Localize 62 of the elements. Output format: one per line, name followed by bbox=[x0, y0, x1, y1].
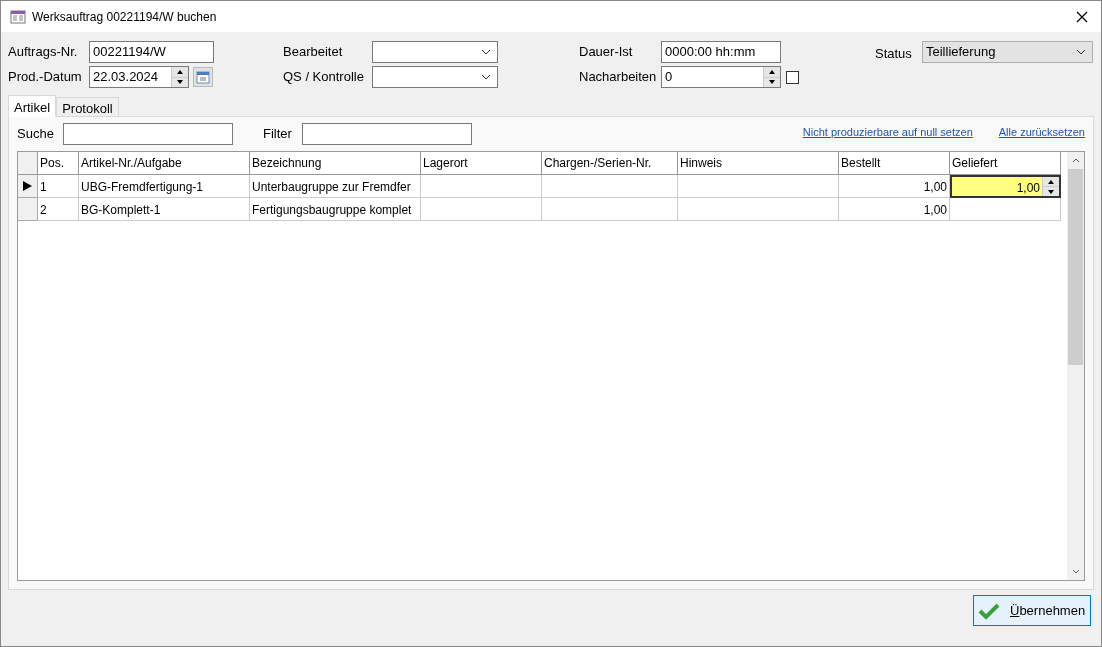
column-header[interactable]: Bestellt bbox=[839, 152, 950, 175]
row-header[interactable] bbox=[18, 175, 38, 198]
up-arrow-icon bbox=[769, 69, 775, 74]
field-label: Status bbox=[875, 45, 913, 63]
window-title: Werksauftrag 00221194/W buchen bbox=[32, 8, 218, 26]
field-label: Filter bbox=[263, 125, 293, 144]
calendar-icon bbox=[196, 70, 210, 84]
field-label: Suche bbox=[17, 125, 55, 144]
table-cell: 1,00 bbox=[839, 198, 950, 221]
field-label: Bearbeitet bbox=[283, 43, 344, 62]
field-label: Nacharbeiten bbox=[579, 68, 658, 87]
tab[interactable]: Protokoll bbox=[56, 97, 119, 117]
spin-buttons[interactable] bbox=[171, 67, 188, 87]
link[interactable]: Nicht produzierbare auf null setzen bbox=[802, 124, 973, 141]
down-arrow-icon bbox=[1048, 189, 1054, 194]
chevron-down-icon bbox=[1076, 49, 1086, 55]
up-arrow-icon bbox=[1048, 179, 1054, 184]
scrollbar[interactable] bbox=[1067, 152, 1084, 580]
filter-field[interactable] bbox=[302, 123, 472, 145]
duration-field[interactable]: 0000:00 hh:mm bbox=[661, 41, 781, 63]
spin-buttons[interactable] bbox=[1042, 177, 1059, 196]
apply-button[interactable]: Übernehmen bbox=[973, 595, 1091, 626]
form-icon bbox=[10, 8, 26, 25]
column-header[interactable]: Geliefert bbox=[950, 152, 1061, 175]
column-header[interactable]: Hinweis bbox=[678, 152, 839, 175]
table-cell: UBG-Fremdfertigung-1 bbox=[79, 175, 250, 198]
up-arrow-icon bbox=[177, 69, 183, 74]
calendar-button[interactable] bbox=[193, 67, 213, 87]
dropdown[interactable] bbox=[372, 41, 498, 63]
search-field[interactable] bbox=[63, 123, 233, 145]
table-cell: Fertigungsbaugruppe komplet bbox=[250, 198, 421, 221]
table-cell: BG-Komplett-1 bbox=[79, 198, 250, 221]
order-number-field[interactable]: 00221194/W bbox=[89, 41, 214, 63]
table-cell: 1 bbox=[38, 175, 79, 198]
date-field[interactable]: 22.03.2024 bbox=[89, 66, 189, 88]
dropdown[interactable] bbox=[372, 66, 498, 88]
chevron-down-icon bbox=[481, 49, 491, 55]
chevron-down-icon bbox=[481, 74, 491, 80]
row-pointer-icon bbox=[23, 181, 32, 191]
field-label: QS / Kontrolle bbox=[283, 68, 365, 87]
field-label: Dauer-Ist bbox=[579, 43, 634, 62]
close-icon[interactable] bbox=[1076, 10, 1088, 23]
chevron-down-icon bbox=[1071, 569, 1080, 574]
down-arrow-icon bbox=[177, 80, 183, 85]
rework-field[interactable]: 0 bbox=[661, 66, 781, 88]
checkmark-icon bbox=[978, 601, 1000, 620]
link[interactable]: Alle zurücksetzen bbox=[998, 124, 1085, 141]
chevron-up-icon bbox=[1071, 158, 1080, 163]
column-header[interactable]: Chargen-/Serien-Nr. bbox=[542, 152, 678, 175]
table-cell: Unterbaugruppe zur Fremdfer bbox=[250, 175, 421, 198]
column-header[interactable]: Pos. bbox=[38, 152, 79, 175]
checkbox[interactable] bbox=[786, 70, 799, 84]
field-label: Prod.-Datum bbox=[8, 68, 83, 87]
tab[interactable]: Artikel bbox=[8, 95, 57, 117]
table-cell: 2 bbox=[38, 198, 79, 221]
delivered-input[interactable]: 1,00 bbox=[950, 175, 1061, 198]
column-header[interactable]: Artikel-Nr./Aufgabe bbox=[79, 152, 250, 175]
down-arrow-icon bbox=[769, 80, 775, 85]
column-header[interactable]: Lagerort bbox=[421, 152, 542, 175]
spin-buttons[interactable] bbox=[763, 67, 780, 87]
field-label: Auftrags-Nr. bbox=[8, 43, 79, 62]
column-header[interactable]: Bezeichnung bbox=[250, 152, 421, 175]
